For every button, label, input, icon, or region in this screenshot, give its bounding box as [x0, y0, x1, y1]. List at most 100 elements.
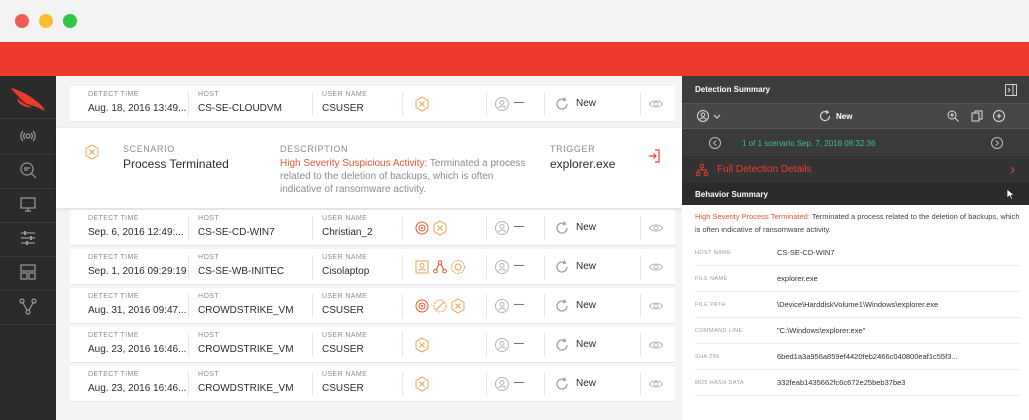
sidebar: [0, 76, 56, 420]
app-window: DETECT TIME Aug. 18, 2016 13:49... HOST …: [0, 0, 1029, 420]
process-tree-icon: [695, 163, 709, 177]
detect-time-label: DETECT TIME: [88, 371, 139, 378]
status-refresh-icon[interactable]: [554, 259, 570, 275]
zoom-icon[interactable]: [946, 109, 960, 123]
previous-scenario-icon[interactable]: [708, 136, 722, 150]
assignee-value: —: [514, 338, 524, 349]
blocked-tactic-icon[interactable]: [432, 298, 448, 314]
field-value: 332feab1435662fc6c672e25beb37be3: [777, 378, 906, 387]
field-label: HOST NAME: [695, 250, 732, 256]
assignee-icon[interactable]: [494, 337, 510, 353]
user-name-label: USER NAME: [322, 91, 368, 98]
field-label: FILE PATH: [695, 302, 726, 308]
eye-icon[interactable]: [648, 96, 664, 112]
full-detection-details-link[interactable]: Full Detection Details: [682, 156, 1029, 183]
dashboard-icon[interactable]: [18, 262, 38, 282]
field-value: "C:\Windows\explorer.exe": [777, 326, 866, 335]
target-tactic-icon[interactable]: [450, 259, 466, 275]
field-host-name: HOST NAME CS-SE-CD-WIN7: [695, 242, 1020, 266]
falcon-logo-icon[interactable]: [9, 84, 47, 114]
status-refresh-icon[interactable]: [554, 376, 570, 392]
eye-icon[interactable]: [648, 337, 664, 353]
description-highlight: High Severity Suspicious Activity:: [280, 158, 428, 169]
status-value[interactable]: New: [576, 222, 596, 233]
network-tactic-icon[interactable]: [432, 259, 448, 275]
status-value[interactable]: New: [576, 261, 596, 272]
table-row[interactable]: DETECT TIME Aug. 23, 2016 16:46... HOST …: [70, 327, 675, 363]
status-value[interactable]: New: [576, 378, 596, 389]
open-in-panel-icon[interactable]: [646, 148, 662, 164]
table-row[interactable]: DETECT TIME Sep. 1, 2016 09:29:19 HOST C…: [70, 249, 675, 285]
signal-icon[interactable]: [18, 126, 38, 146]
monitor-icon[interactable]: [18, 194, 38, 214]
status-refresh-icon[interactable]: [554, 298, 570, 314]
severity-tactic-icon[interactable]: [450, 298, 466, 314]
maximize-window-button[interactable]: [63, 14, 77, 28]
status-value[interactable]: New: [576, 98, 596, 109]
table-row[interactable]: DETECT TIME Aug. 18, 2016 13:49... HOST …: [70, 86, 675, 122]
assignee-value: —: [514, 377, 524, 388]
status-refresh-icon[interactable]: [554, 220, 570, 236]
title-bar: [0, 0, 1029, 42]
graph-icon[interactable]: [18, 296, 38, 316]
search-icon[interactable]: [18, 160, 38, 180]
assignee-icon[interactable]: [494, 220, 510, 236]
next-scenario-icon[interactable]: [990, 136, 1004, 150]
detect-time-label: DETECT TIME: [88, 91, 139, 98]
assignee-icon[interactable]: [494, 298, 510, 314]
target-tactic-icon[interactable]: [414, 298, 430, 314]
close-window-button[interactable]: [15, 14, 29, 28]
host-value: CROWDSTRIKE_VM: [198, 344, 294, 355]
assignee-icon[interactable]: [494, 96, 510, 112]
severity-tactic-icon[interactable]: [414, 337, 430, 353]
assignee-icon[interactable]: [494, 259, 510, 275]
status-refresh-icon[interactable]: [554, 337, 570, 353]
severity-tactic-icon[interactable]: [414, 96, 430, 112]
table-row[interactable]: DETECT TIME Sep. 6, 2016 12:49:... HOST …: [70, 210, 675, 246]
user-name-label: USER NAME: [322, 215, 368, 222]
panel-status[interactable]: New: [836, 112, 852, 121]
full-detection-details-label: Full Detection Details: [717, 164, 812, 175]
host-value: CROWDSTRIKE_VM: [198, 305, 294, 316]
detect-time-label: DETECT TIME: [88, 332, 139, 339]
user-tactic-icon[interactable]: [414, 259, 430, 275]
field-value: CS-SE-CD-WIN7: [777, 248, 835, 257]
user-name-value: CSUSER: [322, 305, 364, 316]
expanded-detection: SCENARIO Process Terminated DESCRIPTION …: [56, 128, 682, 208]
field-value: \Device\HarddiskVolume1\Windows\explorer…: [777, 300, 939, 309]
field-label: SHA 256: [695, 354, 720, 360]
eye-icon[interactable]: [648, 376, 664, 392]
collapse-panel-icon[interactable]: [1004, 83, 1018, 97]
assignee-value: —: [514, 299, 524, 310]
status-refresh-icon[interactable]: [554, 96, 570, 112]
eye-icon[interactable]: [648, 259, 664, 275]
host-label: HOST: [198, 293, 220, 300]
minimize-window-button[interactable]: [39, 14, 53, 28]
table-row[interactable]: DETECT TIME Aug. 23, 2016 16:46... HOST …: [70, 366, 675, 402]
behavior-highlight: High Severity Process Terminated:: [695, 212, 810, 221]
severity-tactic-icon[interactable]: [432, 220, 448, 236]
eye-icon[interactable]: [648, 220, 664, 236]
behavior-summary-title: Behavior Summary: [695, 190, 768, 199]
eye-icon[interactable]: [648, 298, 664, 314]
chevron-down-icon[interactable]: [710, 109, 724, 123]
detect-time-label: DETECT TIME: [88, 254, 139, 261]
status-value[interactable]: New: [576, 300, 596, 311]
assignee-icon[interactable]: [696, 109, 710, 123]
user-name-value: CSUSER: [322, 344, 364, 355]
user-name-value: CSUSER: [322, 103, 364, 114]
detect-time-value: Aug. 23, 2016 16:46...: [88, 383, 187, 394]
table-row[interactable]: DETECT TIME Aug. 31, 2016 09:47... HOST …: [70, 288, 675, 324]
assignee-icon[interactable]: [494, 376, 510, 392]
host-label: HOST: [198, 215, 220, 222]
status-value[interactable]: New: [576, 339, 596, 350]
scenario-value: Process Terminated: [123, 157, 229, 171]
target-tactic-icon[interactable]: [414, 220, 430, 236]
severity-tactic-icon[interactable]: [414, 376, 430, 392]
behavior-summary-header: Behavior Summary: [682, 183, 1029, 205]
status-refresh-icon[interactable]: [818, 109, 832, 123]
panel-title: Detection Summary: [695, 85, 771, 94]
sliders-icon[interactable]: [18, 228, 38, 248]
copy-icon[interactable]: [970, 109, 984, 123]
add-icon[interactable]: [992, 109, 1006, 123]
